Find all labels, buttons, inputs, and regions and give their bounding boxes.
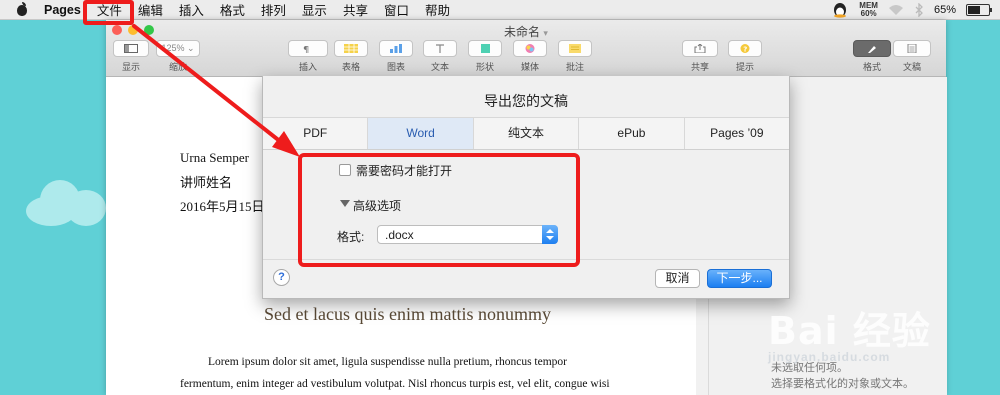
- annotation-arrow: [132, 24, 300, 157]
